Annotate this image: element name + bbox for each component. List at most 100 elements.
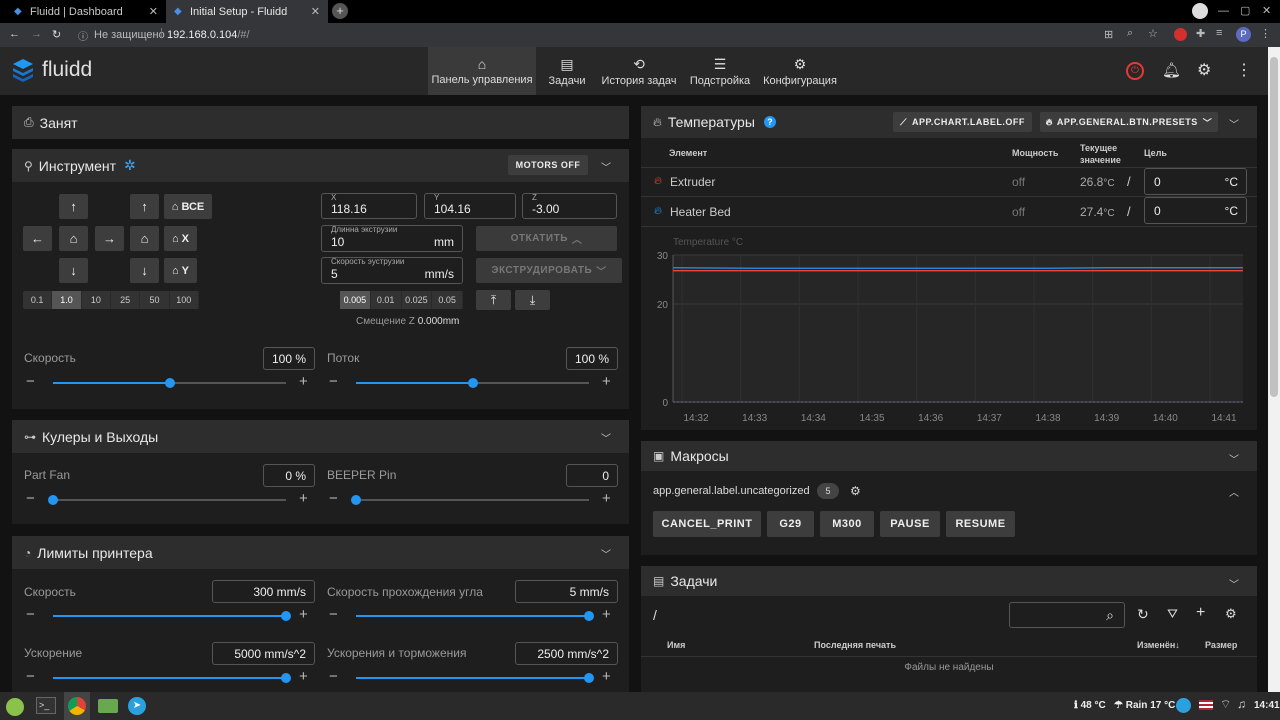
- step-option[interactable]: 0.01: [371, 291, 402, 309]
- plus-icon[interactable]: +: [602, 490, 611, 507]
- nav-jobs[interactable]: ▤ Задачи: [540, 47, 594, 95]
- flow-factor-slider[interactable]: [356, 378, 589, 388]
- motors-off-button[interactable]: MOTORS OFF: [508, 155, 588, 175]
- minus-icon[interactable]: −: [329, 490, 338, 507]
- macro-resume-button[interactable]: RESUME: [946, 511, 1015, 537]
- minus-icon[interactable]: −: [26, 606, 35, 623]
- plus-icon[interactable]: +: [299, 490, 308, 507]
- jog-y-plus-button[interactable]: ↑: [59, 194, 88, 219]
- step-option[interactable]: 100: [170, 291, 199, 309]
- close-window-icon[interactable]: ✕: [1262, 4, 1271, 17]
- step-option-selected[interactable]: 0.005: [340, 291, 371, 309]
- jog-x-minus-button[interactable]: ←: [23, 226, 52, 251]
- macro-pause-button[interactable]: PAUSE: [880, 511, 940, 537]
- files-folder-icon[interactable]: [98, 699, 118, 713]
- step-option[interactable]: 50: [140, 291, 170, 309]
- home-xy-button[interactable]: ⌂: [59, 226, 88, 251]
- z-offset-down-button[interactable]: ⤓: [515, 290, 550, 310]
- step-option-selected[interactable]: 1.0: [52, 291, 82, 309]
- acceleration-slider[interactable]: [53, 673, 291, 683]
- col-name-header[interactable]: Имя: [667, 640, 685, 650]
- temperature-chart[interactable]: Temperature °C 30 20 0 14:32 14:33 14:34 14:35 1…: [641, 230, 1257, 430]
- square-corner-velocity-input[interactable]: 5 mm/s: [515, 580, 618, 603]
- tab-search-icon[interactable]: [1192, 3, 1208, 19]
- profile-avatar[interactable]: P: [1236, 27, 1251, 42]
- jog-y-minus-button[interactable]: ↓: [59, 258, 88, 283]
- settings-gear-icon[interactable]: ⚙: [1197, 60, 1211, 80]
- browser-tab-initial-setup[interactable]: ◆ Initial Setup - Fluidd ✕: [166, 0, 328, 23]
- emergency-stop-icon[interactable]: ⏻: [1126, 62, 1144, 80]
- reload-icon[interactable]: ↻: [52, 28, 61, 41]
- refresh-icon[interactable]: ↻: [1137, 606, 1149, 623]
- scrollbar-thumb[interactable]: [1270, 57, 1278, 397]
- add-icon[interactable]: +: [1196, 604, 1205, 622]
- heater-name[interactable]: Heater Bed: [670, 205, 731, 219]
- collapse-chevron-icon[interactable]: ﹀: [601, 430, 611, 445]
- nav-tune[interactable]: ☰ Подстройка: [684, 47, 756, 95]
- telegram-icon[interactable]: ➤: [128, 697, 146, 715]
- collapse-chevron-icon[interactable]: ﹀: [601, 159, 611, 174]
- notifications-bell-icon[interactable]: 🔔︎: [1162, 61, 1181, 79]
- forward-icon[interactable]: →: [31, 28, 42, 40]
- plus-icon[interactable]: +: [602, 606, 611, 623]
- telegram-tray-icon[interactable]: [1176, 698, 1191, 713]
- extension-icon[interactable]: [1174, 28, 1187, 41]
- zoom-icon[interactable]: ⌕: [1127, 27, 1133, 40]
- jog-x-plus-button[interactable]: →: [95, 226, 124, 251]
- minus-icon[interactable]: −: [329, 606, 338, 623]
- minus-icon[interactable]: −: [26, 373, 35, 390]
- column-settings-icon[interactable]: ⚙: [1225, 606, 1237, 622]
- extrude-button[interactable]: ЭКСТРУДИРОВАТЬ ﹀: [476, 258, 622, 283]
- minimize-icon[interactable]: —: [1218, 5, 1229, 17]
- step-option[interactable]: 25: [111, 291, 141, 309]
- sound-icon[interactable]: ♫: [1237, 697, 1246, 711]
- part-fan-input[interactable]: 0 %: [263, 464, 315, 487]
- minus-icon[interactable]: −: [26, 490, 35, 507]
- square-corner-velocity-slider[interactable]: [356, 611, 594, 621]
- retract-button[interactable]: ОТКАТИТЬ ︿: [476, 226, 617, 251]
- velocity-slider[interactable]: [53, 611, 291, 621]
- extensions-puzzle-icon[interactable]: ✚: [1196, 27, 1205, 40]
- macro-g29-button[interactable]: G29: [767, 511, 814, 537]
- plus-icon[interactable]: +: [602, 668, 611, 685]
- step-option[interactable]: 0.025: [402, 291, 433, 309]
- collapse-chevron-icon[interactable]: ﹀: [1229, 451, 1239, 466]
- home-z-button[interactable]: ⌂: [130, 226, 159, 251]
- collapse-chevron-icon[interactable]: ﹀: [601, 546, 611, 561]
- home-y-button[interactable]: ⌂ Y: [164, 258, 197, 283]
- beeper-slider[interactable]: [351, 495, 589, 505]
- home-x-button[interactable]: ⌂ X: [164, 226, 197, 251]
- y-position-field[interactable]: Y 104.16: [424, 193, 516, 219]
- x-position-field[interactable]: X 118.16: [321, 193, 417, 219]
- flow-factor-input[interactable]: 100 %: [566, 347, 618, 370]
- step-option[interactable]: 0.1: [23, 291, 53, 309]
- speed-factor-slider[interactable]: [53, 378, 286, 388]
- jog-z-minus-button[interactable]: ↓: [130, 258, 159, 283]
- minus-icon[interactable]: −: [329, 373, 338, 390]
- part-fan-slider[interactable]: [48, 495, 286, 505]
- beeper-input[interactable]: 0: [566, 464, 618, 487]
- z-position-field[interactable]: Z -3.00: [522, 193, 617, 219]
- page-scrollbar[interactable]: [1268, 47, 1280, 692]
- nav-configuration[interactable]: ⚙ Конфигурация: [760, 47, 840, 95]
- collapse-chevron-icon[interactable]: ﹀: [1229, 116, 1239, 131]
- media-icon[interactable]: ≡: [1216, 27, 1222, 39]
- wifi-icon[interactable]: ⌔: [1220, 697, 1231, 712]
- extruder-target-input[interactable]: 0 °C: [1144, 168, 1247, 195]
- clock[interactable]: 14:41: [1254, 700, 1280, 711]
- chart-toggle-button[interactable]: ⟋ APP.CHART.LABEL.OFF: [893, 112, 1032, 132]
- plus-icon[interactable]: +: [299, 668, 308, 685]
- collapse-chevron-icon[interactable]: ﹀: [1229, 576, 1239, 591]
- new-tab-button[interactable]: +: [332, 3, 348, 19]
- step-option[interactable]: 0.05: [432, 291, 463, 309]
- z-offset-up-button[interactable]: ⤒: [476, 290, 511, 310]
- col-size-header[interactable]: Размер: [1205, 640, 1237, 650]
- close-tab-icon[interactable]: ✕: [149, 5, 158, 18]
- close-tab-icon[interactable]: ✕: [311, 5, 320, 18]
- extrude-length-field[interactable]: Длинна экструзии 10 mm: [321, 225, 463, 252]
- col-last-print-header[interactable]: Последняя печать: [814, 640, 896, 650]
- minus-icon[interactable]: −: [329, 668, 338, 685]
- browser-tab-dashboard[interactable]: ◆ Fluidd | Dashboard ✕: [6, 0, 166, 23]
- col-modified-header[interactable]: Изменён↓: [1137, 640, 1180, 650]
- back-icon[interactable]: ←: [9, 28, 20, 40]
